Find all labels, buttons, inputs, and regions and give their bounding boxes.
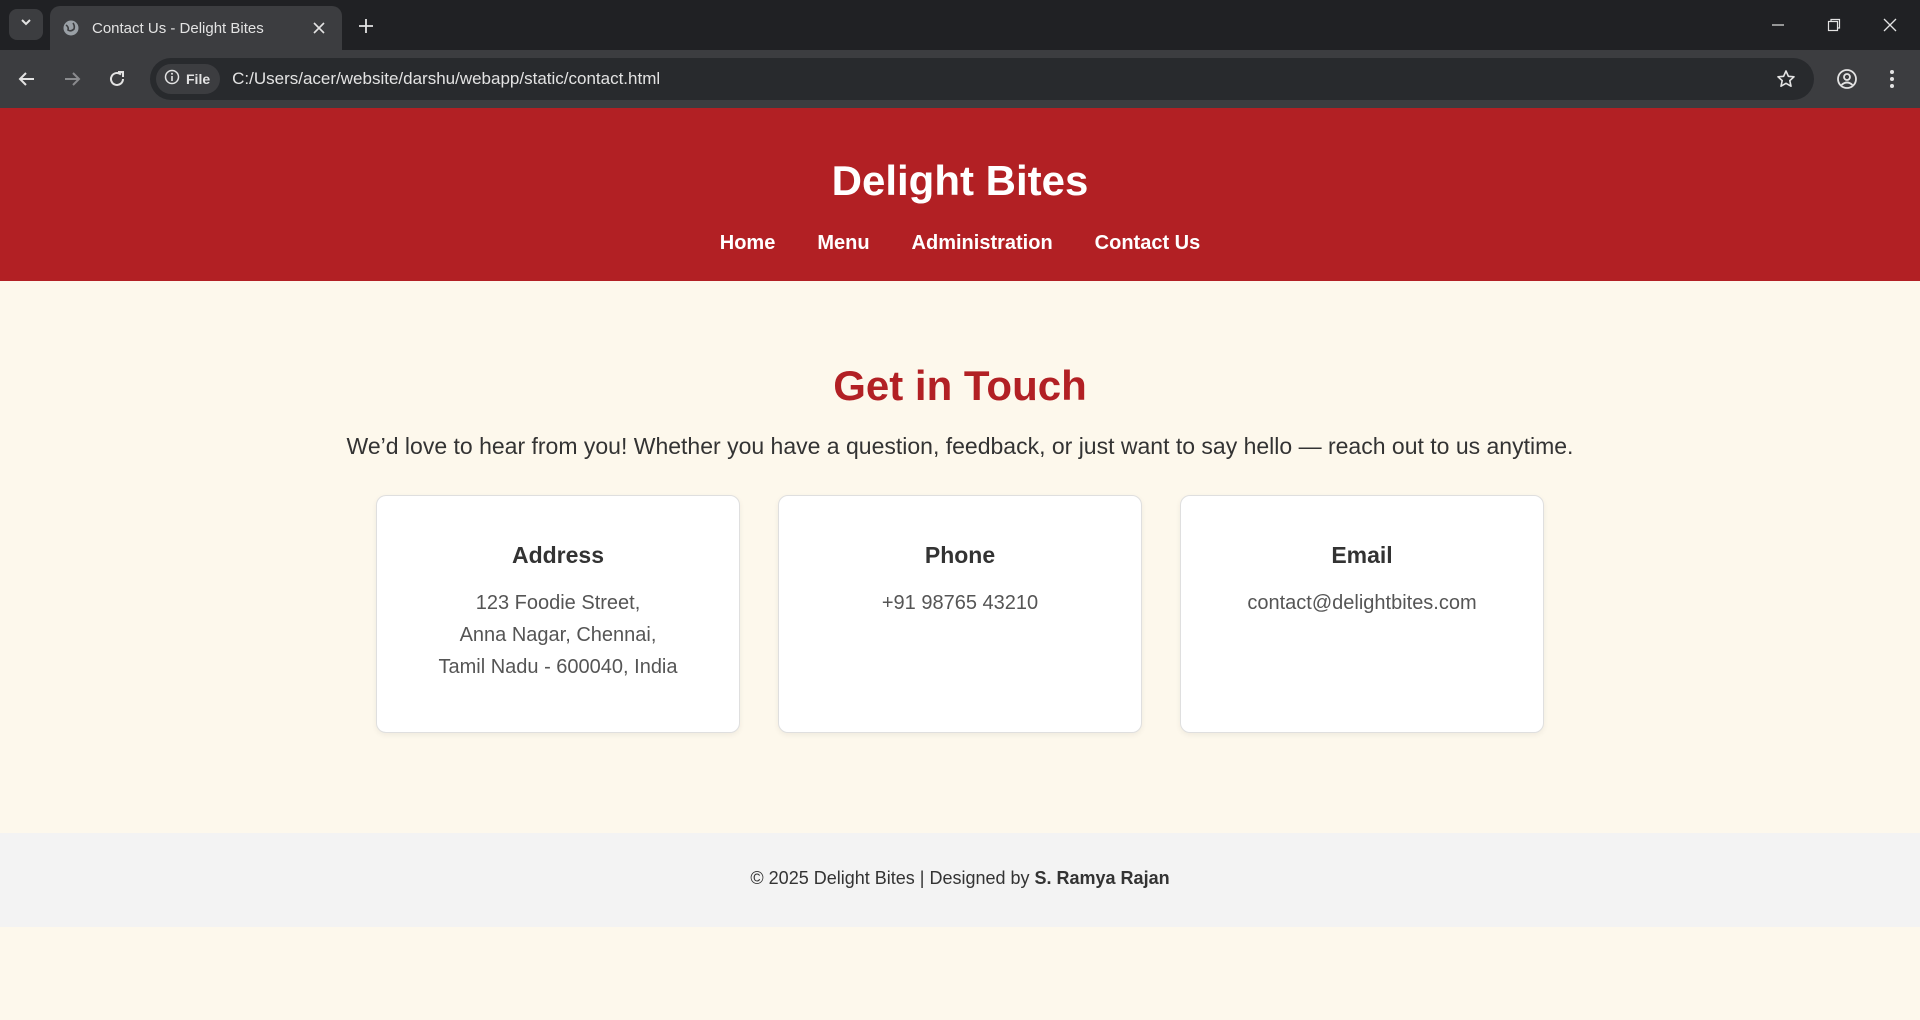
globe-icon [62,19,80,37]
tab-search-button[interactable] [9,9,43,40]
site-header: Delight Bites Home Menu Administration C… [0,108,1920,281]
contact-section: Get in Touch We’d love to hear from you!… [0,281,1920,833]
chevron-down-icon [19,15,33,34]
email-card-title: Email [1331,542,1393,568]
footer-author: S. Ramya Rajan [1034,868,1170,888]
address-card-title: Address [511,542,605,568]
nav-link-menu[interactable]: Menu [817,232,869,255]
browser-toolbar: File C:/Users/acer/website/darshu/webapp… [0,50,1920,108]
email-address: contact@delightbites.com [1247,592,1477,614]
new-tab-button[interactable] [352,12,380,40]
address-line: Tamil Nadu - 600040, India [438,656,678,678]
browser-tab-strip: Contact Us - Delight Bites [0,0,1920,50]
tab-title: Contact Us - Delight Bites [92,19,264,37]
nav-link-contact-us[interactable]: Contact Us [1095,232,1201,255]
forward-button[interactable] [56,63,88,95]
bookmark-star-icon[interactable] [1768,61,1804,97]
profile-icon[interactable] [1831,63,1863,95]
url-text[interactable]: C:/Users/acer/website/darshu/webapp/stat… [232,69,1768,89]
back-button[interactable] [11,63,43,95]
nav-link-home[interactable]: Home [720,232,776,255]
close-tab-icon[interactable] [308,17,330,39]
close-window-button[interactable] [1862,0,1918,50]
info-icon [164,69,180,90]
site-info-chip[interactable]: File [156,64,221,94]
reload-button[interactable] [101,63,133,95]
restore-button[interactable] [1806,0,1862,50]
phone-card-title: Phone [924,542,996,568]
main-nav: Home Menu Administration Contact Us [0,232,1920,255]
phone-card: Phone +91 98765 43210 [778,495,1142,733]
address-line: 123 Foodie Street, [475,592,641,614]
browser-tab[interactable]: Contact Us - Delight Bites [50,6,342,50]
more-menu-icon[interactable] [1876,63,1908,95]
site-info-label: File [186,71,211,87]
nav-link-administration[interactable]: Administration [912,232,1053,255]
address-line: Anna Nagar, Chennai, [459,624,657,646]
address-card: Address 123 Foodie Street, Anna Nagar, C… [376,495,740,733]
email-card: Email contact@delightbites.com [1180,495,1544,733]
contact-heading: Get in Touch [833,362,1087,409]
phone-number: +91 98765 43210 [881,592,1039,614]
site-footer: © 2025 Delight Bites | Designed by S. Ra… [0,833,1920,927]
minimize-button[interactable] [1750,0,1806,50]
site-title: Delight Bites [831,157,1089,204]
footer-copyright: © 2025 Delight Bites | Designed by [750,868,1035,888]
contact-cards: Address 123 Foodie Street, Anna Nagar, C… [376,495,1544,733]
address-bar[interactable]: File C:/Users/acer/website/darshu/webapp… [150,58,1814,100]
contact-lead-text: We’d love to hear from you! Whether you … [346,433,1574,459]
